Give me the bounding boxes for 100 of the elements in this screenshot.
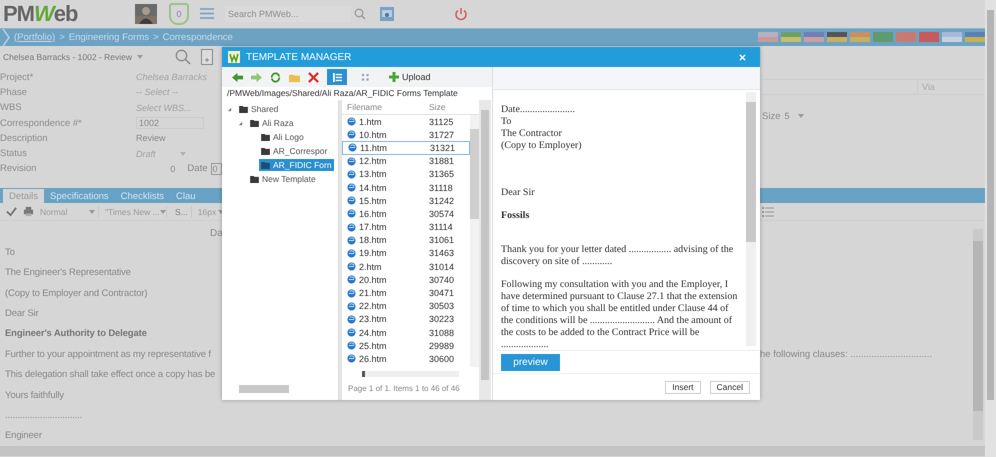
file-name: 23.htm: [359, 314, 387, 324]
field-label: Status: [0, 148, 28, 160]
field-label: Project*: [0, 72, 34, 83]
column-header[interactable]: Filename: [342, 102, 425, 112]
field-label: Phase: [0, 86, 28, 98]
file-size: 31014: [428, 262, 456, 272]
field-label: Revision: [0, 163, 38, 174]
folder-node[interactable]: Shared: [237, 103, 280, 115]
field-label: Description: [0, 132, 49, 144]
file-size: 31242: [428, 196, 456, 206]
letter-text: ...............................: [5, 410, 82, 421]
letter-text: Yours faithfully: [5, 390, 64, 401]
cancel-button[interactable]: Cancel: [710, 380, 750, 394]
file-row[interactable]: 15.htm 31242: [342, 194, 470, 208]
file-row[interactable]: 10.htm 31727: [342, 128, 470, 142]
file-row[interactable]: 2.htm 31014: [342, 260, 470, 274]
preview-text: Date......................: [501, 104, 576, 116]
file-size: 31061: [428, 235, 456, 246]
file-row[interactable]: 25.htm 29989: [342, 339, 470, 352]
letter-text: To: [5, 246, 15, 258]
file-row[interactable]: 16.htm 30574: [342, 207, 470, 220]
file-name: 24.htm: [359, 328, 387, 338]
preview-text: ...................: [501, 339, 550, 350]
upload-button[interactable]: Upload: [389, 72, 431, 82]
file-name: 19.htm: [359, 248, 387, 258]
file-size: 30574: [428, 208, 456, 219]
file-size: 31088: [428, 328, 456, 338]
file-size: 31321: [429, 142, 456, 153]
file-name: 1.htm: [359, 116, 382, 127]
file-row[interactable]: 18.htm 31061: [342, 234, 470, 247]
preview-text: Fossils: [501, 210, 530, 222]
file-size: 30471: [428, 288, 456, 298]
pmweb-logo[interactable]: PMWeb: [3, 0, 113, 27]
preview-text: To: [501, 116, 512, 128]
file-size: 31365: [428, 169, 456, 180]
file-name: 15.htm: [359, 196, 387, 206]
file-name: 2.htm: [359, 262, 382, 272]
folder-node[interactable]: Ali Raza: [248, 117, 296, 129]
file-row[interactable]: 14.htm 31118: [342, 180, 470, 194]
breadcrumb-separator: >: [153, 32, 159, 43]
field-label: Size: [762, 110, 780, 122]
letter-text: The Engineer's Representative: [5, 267, 131, 278]
file-name: 25.htm: [359, 340, 387, 351]
preview-text: The Contractor: [501, 128, 563, 140]
file-row[interactable]: 17.htm 31114: [342, 220, 470, 234]
file-name: 14.htm: [359, 182, 387, 193]
file-row[interactable]: 13.htm 31365: [342, 168, 470, 181]
folder-path: /PMWeb/Images/Shared/Ali Raza/AR_FIDIC Forms Template: [222, 87, 492, 100]
file-name: 22.htm: [359, 301, 387, 312]
preview-text: Following my consultation with you and the Employer, I have determined pursuant to Clause 27.1 that the extension of time to which you shall be entitled under Clause 44 of the conditions will be .......................... And the amount of the costs to be added to the Contract Price will be: [501, 279, 738, 339]
field-label: WBS: [0, 102, 23, 114]
insert-button[interactable]: Insert: [665, 380, 701, 394]
file-row[interactable]: 1.htm 31125: [342, 115, 470, 128]
letter-text: he following clauses: ...............................: [760, 348, 934, 360]
letter-text: Dear Sir: [5, 308, 39, 320]
file-row[interactable]: 26.htm 30600: [342, 352, 470, 366]
letter-text: Engineer's Authority to Delegate: [5, 328, 147, 340]
preview-text: (Copy to Employer): [501, 140, 583, 152]
field-label: Correspondence #*: [0, 118, 83, 128]
file-row[interactable]: 19.htm 31463: [342, 246, 470, 260]
file-name: 18.htm: [359, 235, 387, 246]
file-size: 30223: [428, 314, 456, 324]
file-size: 31125: [428, 116, 454, 127]
dialog-title: TEMPLATE MANAGER: [246, 52, 352, 62]
file-name: 10.htm: [359, 130, 387, 140]
file-row[interactable]: 20.htm 30740: [342, 273, 470, 286]
file-name: 12.htm: [359, 156, 387, 166]
file-size: 31881: [428, 156, 456, 166]
breadcrumb-separator: >: [59, 32, 65, 43]
column-header[interactable]: Size: [425, 102, 465, 112]
pager-text: Page 1 of 1. Items 1 to 46 of 46: [347, 383, 461, 393]
file-name: 20.htm: [359, 274, 387, 285]
file-size: 31114: [428, 222, 454, 232]
file-name: 11.htm: [360, 142, 387, 153]
file-size: 31727: [428, 130, 456, 140]
letter-text: Further to your appointment as my representative f: [5, 348, 211, 360]
file-row[interactable]: 23.htm 30223: [342, 312, 470, 326]
file-size: 31118: [428, 182, 454, 193]
file-row[interactable]: 22.htm 30503: [342, 300, 470, 313]
folder-node[interactable]: New Template: [248, 173, 318, 185]
search-field[interactable]: Search PMWeb...: [225, 6, 351, 22]
file-size: 30600: [428, 354, 456, 364]
folder-node[interactable]: AR_Correspor: [259, 145, 330, 157]
file-name: 21.htm: [359, 288, 387, 298]
file-size: 29989: [428, 340, 456, 351]
letter-text: (Copy to Employer and Contractor): [5, 288, 148, 299]
field-label: Date: [187, 163, 208, 174]
folder-node[interactable]: Ali Logo: [259, 131, 306, 143]
file-name: 26.htm: [359, 354, 387, 364]
file-row[interactable]: 21.htm 30471: [342, 286, 470, 300]
folder-node[interactable]: AR_FIDIC Forn: [259, 159, 334, 171]
letter-text: Engineer: [5, 430, 42, 442]
file-row[interactable]: 24.htm 31088: [342, 326, 470, 340]
preview-text: Thank you for your letter dated ................. advising of the discovery on site of ............: [501, 244, 734, 268]
preview-text: Dear Sir: [501, 187, 536, 199]
date-text: Da: [210, 228, 224, 239]
file-size: 30503: [428, 301, 456, 312]
file-row[interactable]: 11.htm 31321: [342, 141, 470, 155]
letter-text: This delegation shall take effect once a copy has be: [5, 369, 216, 380]
file-row[interactable]: 12.htm 31881: [342, 154, 470, 168]
